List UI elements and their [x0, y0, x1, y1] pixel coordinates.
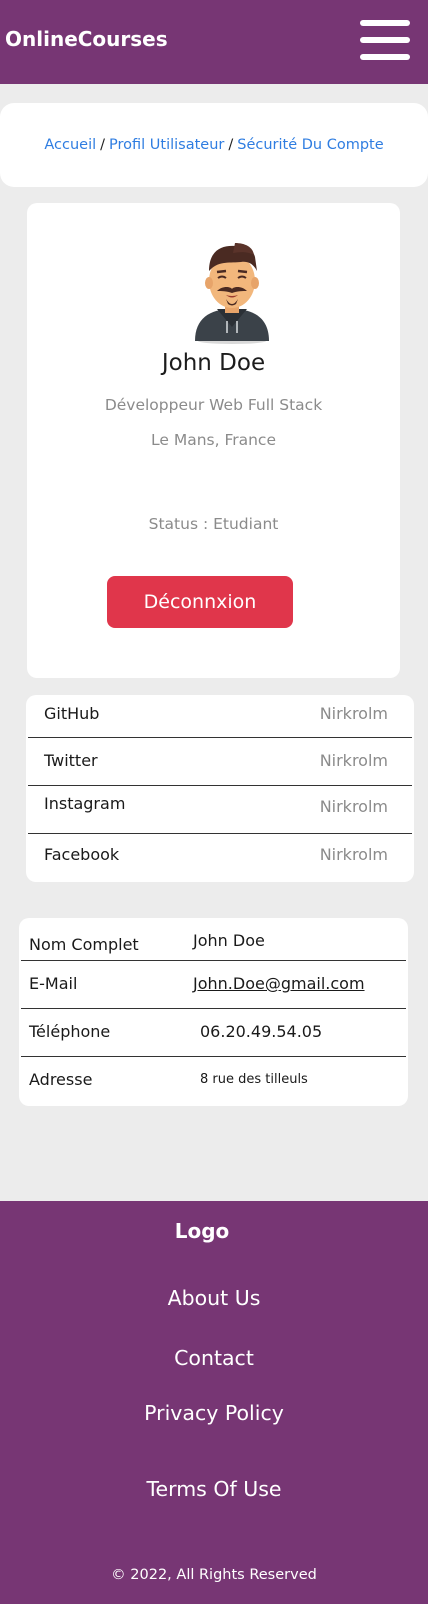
social-name: Twitter [44, 751, 98, 770]
footer-logo[interactable]: Logo [0, 1219, 404, 1243]
profile-status: Status : Etudiant [148, 515, 279, 533]
top-navbar: OnlineCourses [0, 0, 428, 84]
info-value-address: 8 rue des tilleuls [200, 1072, 308, 1087]
profile-card: John Doe Développeur Web Full Stack Le M… [27, 203, 400, 678]
breadcrumb-separator: / [100, 137, 106, 153]
brand-name[interactable]: OnlineCourses [5, 27, 168, 51]
social-name: Facebook [44, 845, 120, 864]
info-label-phone: Téléphone [29, 1022, 111, 1041]
breadcrumb: Accueil / Profil Utilisateur / Sécurité … [0, 103, 428, 187]
hamburger-menu-icon[interactable] [360, 20, 410, 60]
social-links-card: GitHub Nirkrolm Twitter Nirkrolm Instagr… [26, 695, 414, 882]
profile-job-title: Développeur Web Full Stack [104, 396, 323, 414]
social-row-instagram[interactable]: Instagram Nirkrolm [26, 786, 414, 833]
logout-button[interactable]: Déconnxion [107, 576, 293, 628]
info-value-email-link[interactable]: John.Doe@gmail.com [193, 974, 365, 993]
row-divider [21, 960, 406, 961]
social-handle: Nirkrolm [319, 704, 388, 723]
menu-bar [360, 20, 410, 26]
menu-bar [360, 54, 410, 60]
footer-link-terms[interactable]: Terms Of Use [0, 1477, 428, 1501]
menu-bar [360, 37, 410, 43]
breadcrumb-separator: / [228, 137, 234, 153]
breadcrumb-home[interactable]: Accueil [44, 137, 96, 153]
social-handle: Nirkrolm [319, 845, 388, 864]
social-handle: Nirkrolm [319, 751, 388, 770]
info-value-phone: 06.20.49.54.05 [200, 1022, 323, 1041]
footer-link-privacy[interactable]: Privacy Policy [0, 1401, 428, 1425]
social-name: Instagram [44, 794, 126, 813]
social-row-github[interactable]: GitHub Nirkrolm [26, 695, 414, 742]
social-name: GitHub [44, 704, 100, 723]
profile-name: John Doe [161, 350, 266, 376]
info-value-fullname: John Doe [193, 931, 265, 950]
row-divider [21, 1056, 406, 1057]
profile-location: Le Mans, France [151, 431, 276, 449]
social-handle: Nirkrolm [319, 797, 388, 816]
info-label-address: Adresse [29, 1070, 93, 1089]
info-label-fullname: Nom Complet [29, 935, 139, 954]
user-info-card: Nom Complet John Doe E-Mail John.Doe@gma… [19, 918, 408, 1106]
social-row-twitter[interactable]: Twitter Nirkrolm [26, 738, 414, 785]
avatar-icon [195, 243, 269, 344]
row-divider [21, 1008, 406, 1009]
breadcrumb-user-profile[interactable]: Profil Utilisateur [109, 137, 224, 153]
info-label-email: E-Mail [29, 974, 78, 993]
footer-link-about[interactable]: About Us [0, 1286, 428, 1310]
breadcrumb-account-security[interactable]: Sécurité Du Compte [237, 137, 383, 153]
footer-link-contact[interactable]: Contact [0, 1346, 428, 1370]
footer-copyright: © 2022, All Rights Reserved [111, 1567, 317, 1583]
site-footer: Logo About Us Contact Privacy Policy Ter… [0, 1201, 428, 1604]
social-row-facebook[interactable]: Facebook Nirkrolm [26, 834, 414, 881]
